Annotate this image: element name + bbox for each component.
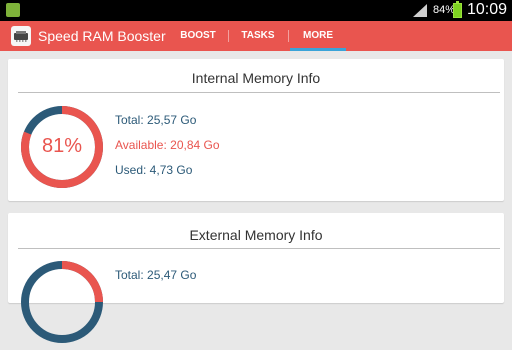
tab-divider — [228, 30, 229, 42]
available-memory: Available: 20,84 Go — [115, 138, 220, 152]
external-memory-gauge — [19, 259, 105, 345]
external-gauge-ring — [21, 261, 103, 343]
app-bar: Speed RAM Booster BOOST TASKS MORE — [0, 21, 512, 51]
external-total-memory: Total: 25,47 Go — [115, 268, 197, 282]
battery-percent: 84% — [433, 4, 456, 16]
used-memory: Used: 4,73 Go — [115, 163, 193, 177]
clock: 10:09 — [467, 1, 508, 18]
memory-gauge: 81% — [19, 104, 105, 190]
internal-memory-title: Internal Memory Info — [191, 70, 321, 86]
tab-boost[interactable]: BOOST — [170, 21, 226, 51]
external-memory-card: External Memory Info Total: 25,47 Go — [8, 213, 504, 343]
memory-percent: 81% — [41, 135, 83, 157]
external-memory-title: External Memory Info — [189, 227, 323, 243]
status-bar: 84% 10:09 — [0, 0, 512, 21]
app-notification-icon — [6, 3, 20, 17]
battery-icon — [453, 1, 462, 18]
divider — [18, 248, 500, 249]
internal-memory-card: Internal Memory Info 81% Total: 25,57 Go… — [8, 59, 504, 201]
tab-divider — [288, 30, 289, 42]
total-memory: Total: 25,57 Go — [115, 113, 197, 127]
tab-more[interactable]: MORE — [290, 21, 346, 51]
app-logo-icon[interactable] — [11, 26, 31, 46]
tab-tasks[interactable]: TASKS — [230, 21, 286, 51]
app-title: Speed RAM Booster — [38, 28, 166, 44]
signal-icon — [413, 4, 427, 17]
divider — [18, 92, 500, 93]
